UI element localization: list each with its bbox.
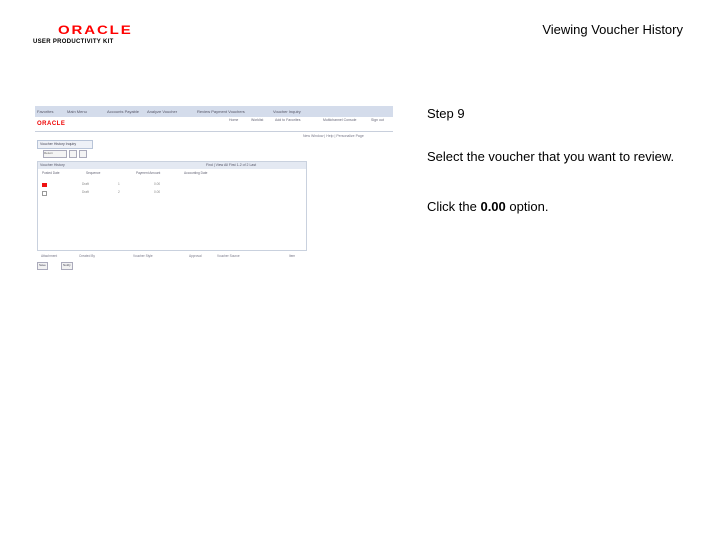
nav-item[interactable]: Main Menu (67, 109, 87, 114)
cell: 2 (118, 190, 120, 194)
save-toolbar: Save Notify (37, 262, 97, 270)
footer-label: Approval (189, 254, 202, 258)
step-number: Step 9 (427, 106, 465, 121)
tab-label: Voucher History Inquiry (40, 142, 77, 146)
column-header[interactable]: Sequence (86, 171, 100, 175)
grid-title: Voucher History (40, 163, 65, 167)
column-header[interactable]: Posted Date (42, 171, 60, 175)
row-selected-marker[interactable] (42, 183, 47, 187)
grid-header: Voucher History Find | View All First 1-… (38, 162, 306, 169)
action-target: 0.00 (480, 199, 506, 214)
footer-label: Item (289, 254, 296, 258)
column-header[interactable]: Accounting Date (184, 171, 207, 175)
payment-amount-link[interactable]: 0.00 (154, 190, 160, 194)
screenshot-nav-bar: Favorites Main Menu Accounts Payable Ana… (35, 106, 393, 117)
row-checkbox[interactable] (42, 191, 47, 196)
return-button[interactable]: Return (43, 150, 67, 158)
screenshot-brand: ORACLE (37, 121, 66, 127)
table-row[interactable]: Draft 1 0.00 (38, 182, 306, 188)
nav-item[interactable]: Review Payment Vouchers (197, 109, 245, 114)
payment-amount-link[interactable]: 0.00 (154, 182, 160, 186)
cell: 1 (118, 182, 120, 186)
screenshot-menu: Home Worklist Add to Favorites Multichan… (225, 117, 393, 126)
footer-label: Attachment (41, 254, 58, 258)
footer-label: Created By (79, 254, 95, 258)
page-links[interactable]: New Window | Help | Personalize Page (303, 134, 364, 138)
nav-item[interactable]: Accounts Payable (107, 109, 139, 114)
instruction-text: Select the voucher that you want to revi… (427, 149, 675, 164)
menu-item[interactable]: Sign out (371, 118, 384, 122)
divider (35, 131, 393, 132)
oracle-upk-logo: ORACLE USER PRODUCTIVITY KIT (33, 24, 131, 45)
cell: Draft (82, 190, 89, 194)
cell: Draft (82, 182, 89, 186)
grid-navigation[interactable]: Find | View All First 1-2 of 2 Last (206, 163, 256, 167)
nav-item[interactable]: Favorites (37, 109, 53, 114)
footer-label: Voucher Source (217, 254, 240, 258)
detail-footer: Attachment Created By Voucher Style Appr… (37, 254, 305, 260)
page-title: Viewing Voucher History (542, 22, 683, 37)
action-instruction: Click the 0.00 option. (427, 199, 548, 214)
embedded-screenshot: Favorites Main Menu Accounts Payable Ana… (35, 106, 393, 272)
menu-item[interactable]: Add to Favorites (275, 118, 300, 122)
logo-wordmark: ORACLE (58, 23, 133, 37)
tab-voucher-history-inquiry[interactable]: Voucher History Inquiry (37, 140, 93, 149)
action-suffix: option. (505, 199, 549, 214)
menu-item[interactable]: Multichannel Console (323, 118, 356, 122)
voucher-history-grid: Voucher History Find | View All First 1-… (37, 161, 307, 251)
nav-button[interactable] (79, 150, 87, 158)
save-button[interactable]: Save (37, 262, 48, 270)
footer-label: Voucher Style (133, 254, 153, 258)
nav-item[interactable]: Analyze Voucher (147, 109, 177, 114)
refresh-button[interactable] (69, 150, 77, 158)
logo-subtitle: USER PRODUCTIVITY KIT (33, 39, 114, 45)
column-header[interactable]: Payment Amount (136, 171, 160, 175)
action-prefix: Click the (427, 199, 481, 214)
notify-button[interactable]: Notify (61, 262, 73, 270)
grid-column-headers: Posted Date Sequence Payment Amount Acco… (38, 170, 306, 177)
nav-item[interactable]: Voucher Inquiry (273, 109, 301, 114)
table-row[interactable]: Draft 2 0.00 (38, 190, 306, 196)
menu-item[interactable]: Home (229, 118, 238, 122)
menu-item[interactable]: Worklist (251, 118, 263, 122)
